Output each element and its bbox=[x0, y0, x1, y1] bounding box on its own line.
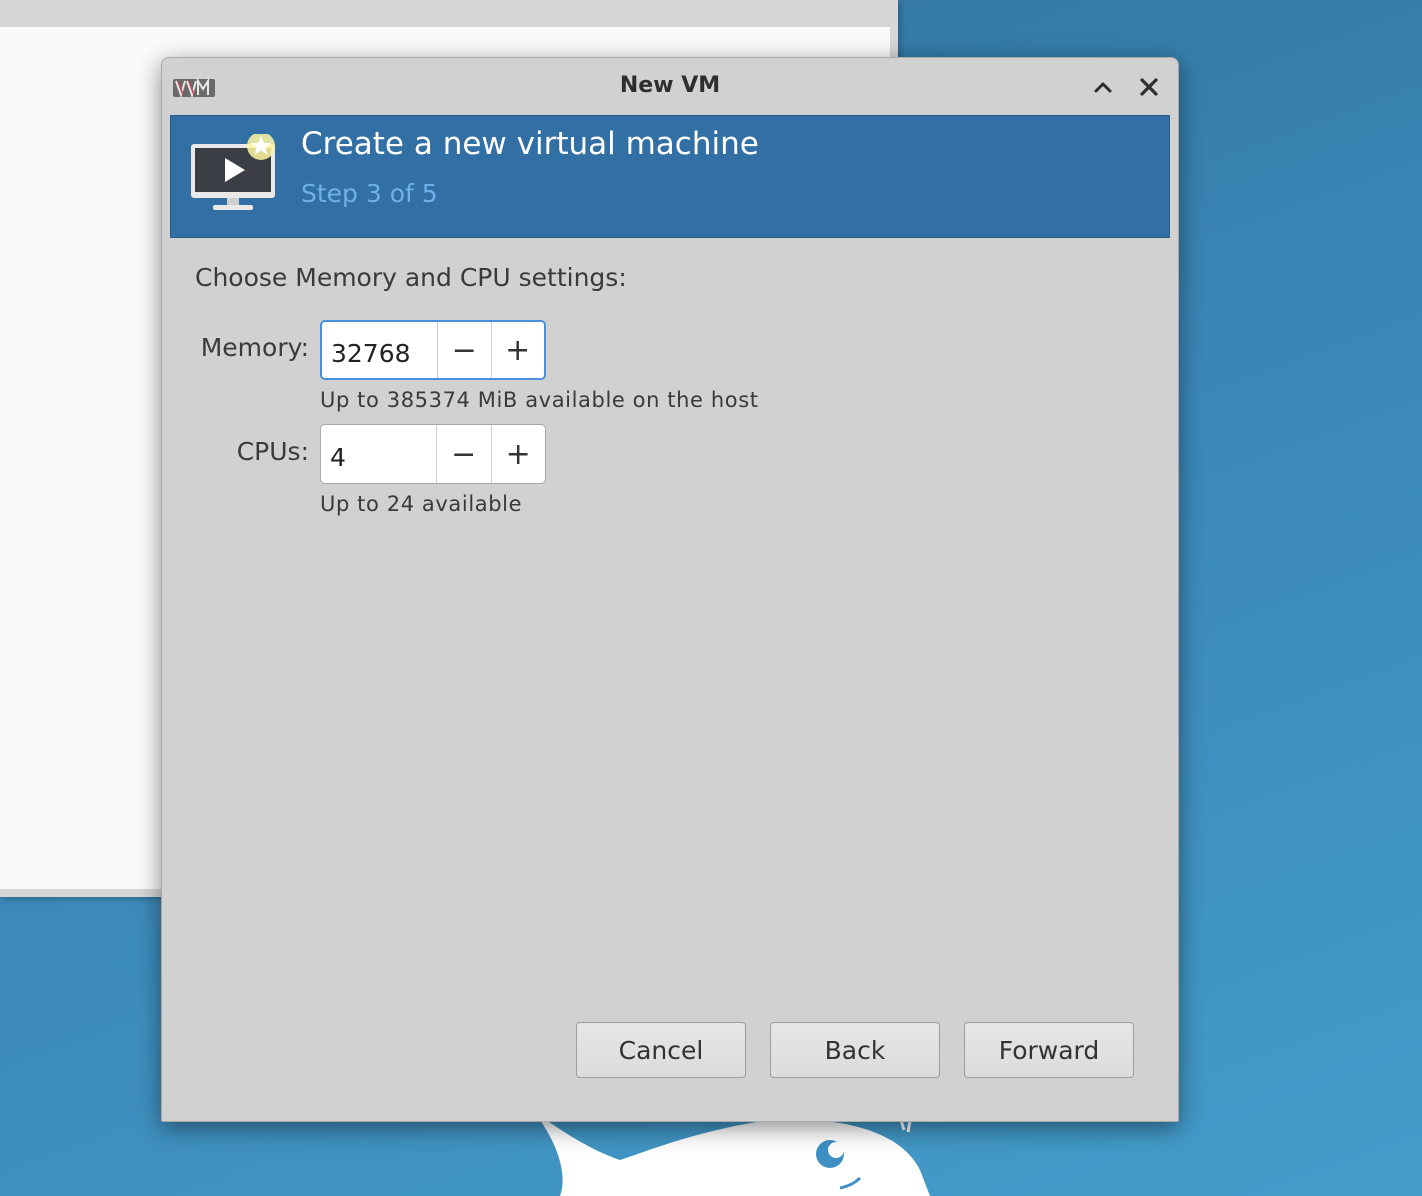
back-button[interactable]: Back bbox=[770, 1022, 940, 1078]
memory-available-hint: Up to 385374 MiB available on the host bbox=[320, 388, 759, 412]
cpus-input[interactable] bbox=[321, 425, 436, 483]
chevron-up-icon bbox=[1094, 82, 1112, 93]
memory-spinbox[interactable]: − + bbox=[320, 320, 546, 380]
memory-label: Memory: bbox=[200, 333, 309, 362]
memory-increment-button[interactable]: + bbox=[490, 322, 545, 378]
close-button[interactable] bbox=[1136, 74, 1162, 100]
background-window-titlebar[interactable] bbox=[0, 0, 898, 27]
cpus-label: CPUs: bbox=[236, 437, 309, 466]
memory-input[interactable] bbox=[322, 322, 437, 378]
cpus-increment-button[interactable]: + bbox=[490, 425, 546, 483]
cancel-button[interactable]: Cancel bbox=[576, 1022, 746, 1078]
vm-monitor-play-icon bbox=[191, 134, 275, 210]
settings-heading: Choose Memory and CPU settings: bbox=[195, 263, 627, 292]
cpus-decrement-button[interactable]: − bbox=[436, 425, 491, 483]
memory-decrement-button[interactable]: − bbox=[437, 322, 491, 378]
close-icon bbox=[1140, 78, 1158, 96]
maximize-button[interactable] bbox=[1090, 74, 1116, 100]
cpus-spinbox[interactable]: − + bbox=[320, 424, 546, 484]
new-vm-dialog: New VM Create a new virtual machine Step… bbox=[161, 57, 1179, 1122]
mouse-mascot-icon bbox=[532, 1110, 930, 1196]
window-title: New VM bbox=[619, 73, 721, 98]
wizard-header-banner: Create a new virtual machine Step 3 of 5 bbox=[170, 115, 1170, 238]
wizard-title: Create a new virtual machine bbox=[301, 126, 759, 162]
cpus-available-hint: Up to 24 available bbox=[320, 492, 523, 516]
wizard-step-indicator: Step 3 of 5 bbox=[301, 179, 438, 208]
dialog-titlebar[interactable]: New VM bbox=[162, 58, 1178, 115]
forward-button[interactable]: Forward bbox=[964, 1022, 1134, 1078]
desktop-background: New VM Create a new virtual machine Step… bbox=[0, 0, 1422, 1196]
